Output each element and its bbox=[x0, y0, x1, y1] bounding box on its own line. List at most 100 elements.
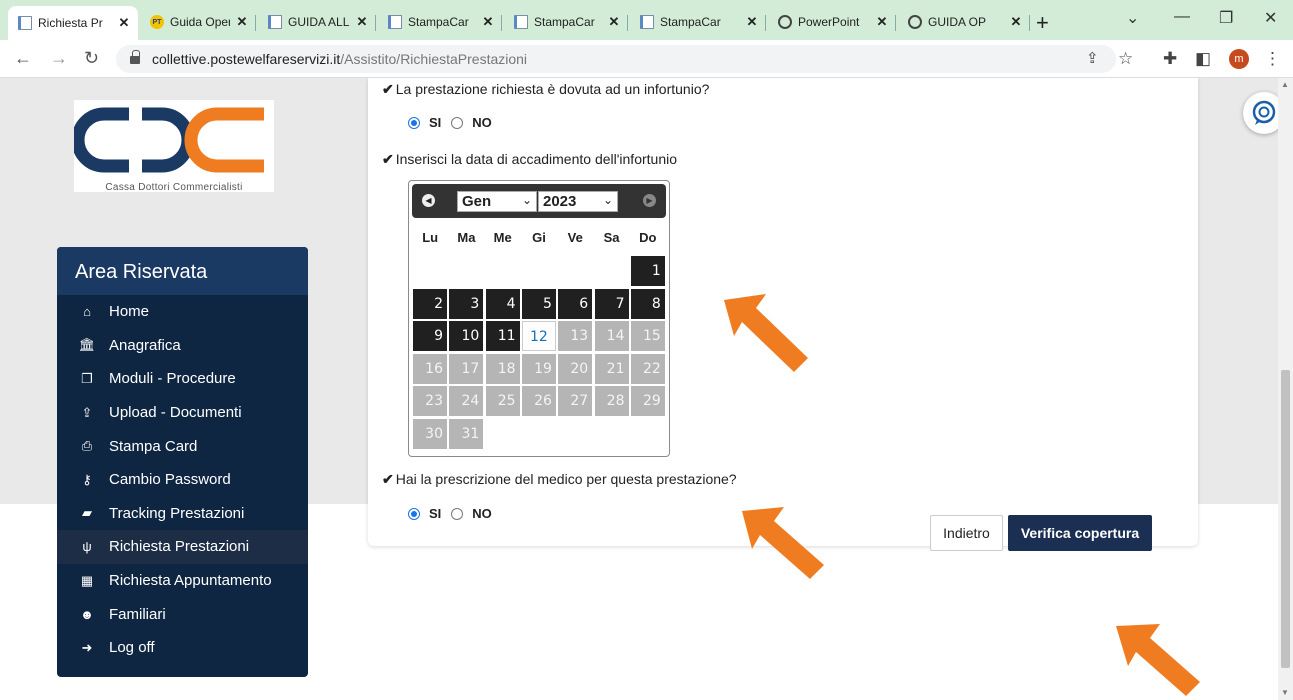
verify-coverage-button[interactable]: Verifica copertura bbox=[1008, 515, 1152, 551]
calendar-day[interactable]: 3 bbox=[449, 288, 484, 319]
close-tab-icon[interactable]: ✕ bbox=[744, 14, 760, 30]
annotation-arrow-calendar bbox=[724, 294, 808, 372]
tab-label: StampaCar bbox=[660, 15, 721, 29]
close-tab-icon[interactable]: ✕ bbox=[234, 14, 250, 30]
scroll-down-icon[interactable]: ▼ bbox=[1281, 688, 1289, 697]
calendar-day: 24 bbox=[449, 386, 484, 417]
prescrizione-yes-radio[interactable] bbox=[408, 507, 420, 520]
browser-tab[interactable]: Richiesta Pr ✕ bbox=[8, 6, 138, 40]
chat-bubble-icon bbox=[1252, 100, 1276, 125]
address-bar[interactable]: collettive.postewelfareservizi.it/Assist… bbox=[116, 45, 1116, 73]
share-icon[interactable]: ⇪ bbox=[1086, 49, 1099, 67]
tab-separator bbox=[627, 15, 628, 31]
forward-arrow-icon[interactable]: → bbox=[50, 48, 68, 69]
stethoscope-icon: ψ bbox=[82, 539, 92, 555]
sidebar-item-upload-documenti[interactable]: ⇪ Upload - Documenti bbox=[57, 396, 308, 430]
url-path: /Assistito/RichiestaPrestazioni bbox=[340, 51, 528, 67]
sidebar-item-home[interactable]: ⌂ Home bbox=[57, 295, 308, 329]
calendar-day: 18 bbox=[485, 353, 520, 384]
calendar-day[interactable]: 9 bbox=[413, 321, 447, 352]
sidebar-item-richiesta-prestazioni[interactable]: ψ Richiesta Prestazioni bbox=[57, 530, 308, 564]
sidebar-item-label: Stampa Card bbox=[109, 437, 198, 455]
sidebar-item-familiari[interactable]: ☻ Familiari bbox=[57, 597, 308, 631]
sidebar-item-label: Familiari bbox=[109, 605, 166, 623]
sidebar-item-log-off[interactable]: ➜ Log off bbox=[57, 631, 308, 665]
annotation-arrow-prescrizione bbox=[742, 507, 824, 579]
calendar-day[interactable]: 5 bbox=[521, 288, 556, 319]
globe-icon bbox=[778, 15, 792, 29]
cdc-logo: Cassa Dottori Commercialisti bbox=[71, 100, 274, 193]
close-tab-icon[interactable]: ✕ bbox=[354, 14, 370, 30]
calendar-day[interactable]: 6 bbox=[558, 288, 593, 319]
browser-tab[interactable]: StampaCar ✕ bbox=[378, 8, 502, 36]
calendar-day[interactable]: 1 bbox=[630, 256, 665, 286]
yes-label: SI bbox=[429, 115, 442, 130]
tab-label: StampaCar bbox=[534, 15, 595, 29]
infortunio-no-radio[interactable] bbox=[451, 116, 464, 129]
users-icon: ☻ bbox=[80, 606, 94, 622]
calendar-day-today[interactable]: 12 bbox=[521, 321, 556, 352]
calendar-day[interactable]: 10 bbox=[449, 321, 484, 352]
calendar-day: 31 bbox=[449, 419, 484, 449]
tab-label: Richiesta Pr bbox=[38, 16, 103, 30]
profile-avatar[interactable]: m bbox=[1229, 49, 1249, 69]
pt-logo-icon: PT bbox=[150, 15, 164, 29]
close-tab-icon[interactable]: ✕ bbox=[874, 14, 890, 30]
restore-icon[interactable]: ❐ bbox=[1219, 8, 1233, 28]
check-icon: ✔ bbox=[382, 471, 394, 487]
tab-label: GUIDA OP bbox=[928, 15, 987, 29]
calendar-day: 25 bbox=[485, 386, 520, 417]
close-tab-icon[interactable]: ✕ bbox=[1008, 14, 1024, 30]
bookmark-star-icon[interactable]: ☆ bbox=[1118, 49, 1133, 69]
calendar-icon: ▦ bbox=[80, 572, 94, 588]
tab-search-icon[interactable]: ⌄ bbox=[1126, 8, 1139, 28]
close-tab-icon[interactable]: ✕ bbox=[480, 14, 496, 30]
sidebar-item-cambio-password[interactable]: ⚷ Cambio Password bbox=[57, 463, 308, 497]
calendar-day: 21 bbox=[594, 353, 629, 384]
book-icon: ▰ bbox=[82, 505, 92, 521]
document-icon bbox=[18, 16, 32, 30]
sidebar-item-anagrafica[interactable]: 🏛 Anagrafica bbox=[57, 329, 308, 363]
sidebar-item-label: Log off bbox=[109, 639, 155, 657]
back-button[interactable]: Indietro bbox=[930, 515, 1003, 551]
sidebar-item-moduli-procedure[interactable]: ❐ Moduli - Procedure bbox=[57, 362, 308, 396]
sidebar-item-stampa-card[interactable]: ⎙ Stampa Card bbox=[57, 429, 308, 463]
menu-kebab-icon[interactable]: ⋮ bbox=[1264, 49, 1281, 69]
calendar-day[interactable]: 11 bbox=[485, 321, 520, 352]
close-window-icon[interactable]: ✕ bbox=[1264, 8, 1277, 28]
extensions-puzzle-icon[interactable]: ✚ bbox=[1163, 49, 1177, 69]
next-month-icon[interactable]: ▶ bbox=[643, 194, 656, 207]
side-panel-icon[interactable]: ◧ bbox=[1195, 49, 1211, 69]
month-select[interactable]: Gen ⌄ bbox=[457, 191, 537, 212]
calendar-day: 27 bbox=[558, 386, 593, 417]
reload-icon[interactable]: ↻ bbox=[84, 48, 99, 69]
infortunio-yes-radio[interactable] bbox=[408, 116, 420, 129]
browser-tab[interactable]: StampaCar ✕ bbox=[504, 8, 628, 36]
browser-tab[interactable]: GUIDA ALL ✕ bbox=[258, 8, 376, 36]
minimize-icon[interactable]: — bbox=[1174, 8, 1190, 26]
calendar-day: 19 bbox=[521, 353, 556, 384]
calendar-day[interactable]: 4 bbox=[485, 288, 520, 319]
tab-label: StampaCar bbox=[408, 15, 469, 29]
browser-tab[interactable]: PowerPoint ✕ bbox=[768, 8, 896, 36]
scrollbar-thumb[interactable] bbox=[1281, 370, 1290, 668]
calendar-day[interactable]: 8 bbox=[630, 288, 665, 319]
calendar-day[interactable]: 2 bbox=[413, 288, 447, 319]
sidebar-item-richiesta-appuntamento[interactable]: ▦ Richiesta Appuntamento bbox=[57, 564, 308, 598]
calendar-grid: 1 2 3 4 5 6 7 8 9 10 11 12 13 14 15 16 17 18 19 20 21 22 23 24 2… bbox=[412, 256, 666, 450]
sidebar-item-label: Richiesta Prestazioni bbox=[109, 538, 250, 556]
globe-icon bbox=[908, 15, 922, 29]
calendar-day[interactable]: 7 bbox=[594, 288, 629, 319]
browser-tab[interactable]: StampaCar ✕ bbox=[630, 8, 766, 36]
close-tab-icon[interactable]: ✕ bbox=[116, 15, 132, 31]
sidebar-item-tracking-prestazioni[interactable]: ▰ Tracking Prestazioni bbox=[57, 497, 308, 531]
new-tab-button[interactable]: + bbox=[1036, 10, 1049, 36]
back-arrow-icon[interactable]: ← bbox=[14, 48, 32, 69]
scroll-up-icon[interactable]: ▲ bbox=[1281, 80, 1289, 89]
year-select[interactable]: 2023 ⌄ bbox=[538, 191, 618, 212]
prescrizione-no-radio[interactable] bbox=[451, 507, 464, 520]
prev-month-icon[interactable]: ◀ bbox=[422, 194, 435, 207]
close-tab-icon[interactable]: ✕ bbox=[606, 14, 622, 30]
browser-tab[interactable]: PT Guida Oper ✕ bbox=[140, 8, 256, 36]
browser-tab[interactable]: GUIDA OP ✕ bbox=[898, 8, 1030, 36]
